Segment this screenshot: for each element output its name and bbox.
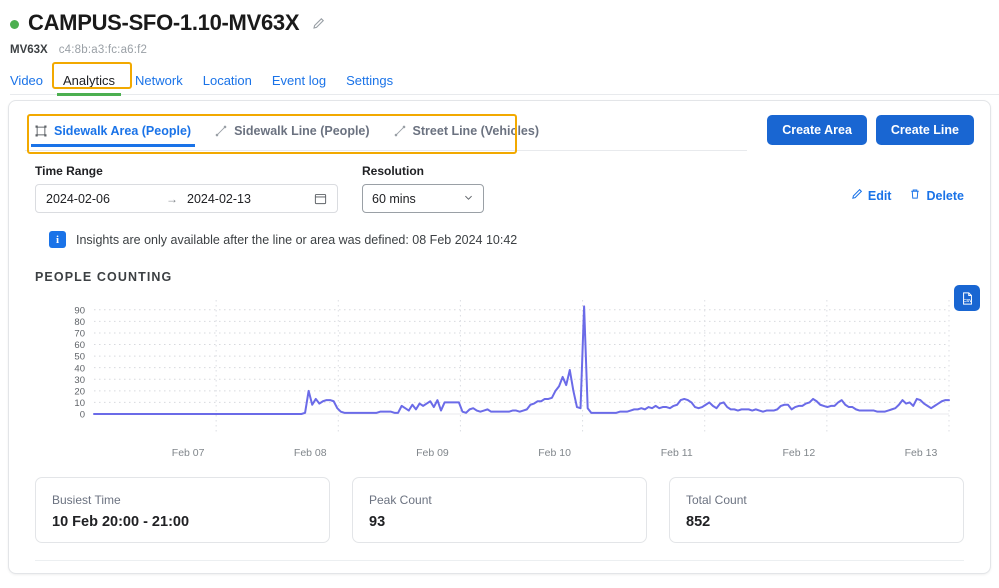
stat-label: Peak Count — [369, 493, 432, 507]
y-axis-tick-label: 60 — [74, 340, 85, 351]
y-axis-tick-label: 0 — [80, 410, 85, 421]
section-title: PEOPLE COUNTING — [35, 270, 173, 284]
edit-button[interactable]: Edit — [851, 188, 892, 203]
tab-video-label: Video — [10, 72, 44, 88]
line-shape-icon — [215, 125, 227, 137]
analytic-tab-sidewalk-area[interactable]: Sidewalk Area (People) — [25, 123, 205, 147]
stat-card-peak-count: Peak Count 93 — [352, 477, 647, 543]
resolution-label: Resolution — [362, 164, 424, 178]
y-axis-tick-label: 70 — [74, 329, 85, 340]
csv-download-icon[interactable]: CSV — [954, 285, 980, 311]
start-date-value[interactable]: 2024-02-06 — [46, 192, 166, 206]
filters-row: Time Range 2024-02-06 → 2024-02-13 Resol… — [9, 151, 990, 213]
chart-line-series — [93, 305, 950, 415]
calendar-icon[interactable] — [314, 192, 327, 205]
x-axis-tick-label: Feb 11 — [661, 447, 693, 459]
info-banner-text: Insights are only available after the li… — [76, 232, 518, 247]
device-mac-address: c4:8b:a3:fc:a6:f2 — [58, 44, 148, 56]
analytics-page: CAMPUS-SFO-1.10-MV63X MV63X c4:8b:a3:fc:… — [0, 0, 999, 588]
delete-button-label: Delete — [926, 188, 964, 203]
x-axis-tick-label: Feb 08 — [294, 447, 327, 459]
x-axis-tick-label: Feb 07 — [172, 447, 205, 459]
edit-button-label: Edit — [867, 188, 892, 203]
x-axis-tick-label: Feb 12 — [783, 447, 816, 459]
tab-network-label: Network — [135, 72, 183, 88]
trash-icon — [909, 188, 921, 203]
tab-analytics-label: Analytics — [63, 72, 116, 88]
line-shape-icon — [394, 125, 406, 137]
analytic-tabs: Sidewalk Area (People) Sidewalk Line (Pe… — [25, 119, 748, 151]
y-axis-tick-label: 30 — [74, 375, 85, 386]
tab-event-log[interactable]: Event log — [262, 70, 336, 91]
info-icon: i — [49, 231, 66, 248]
tab-settings[interactable]: Settings — [336, 70, 403, 91]
time-range-label: Time Range — [35, 164, 103, 178]
info-banner: i Insights are only available after the … — [9, 213, 990, 248]
analytic-tabs-row: Sidewalk Area (People) Sidewalk Line (Pe… — [9, 101, 990, 154]
resolution-group: Resolution 60 mins — [362, 164, 484, 213]
tab-network[interactable]: Network — [125, 70, 193, 91]
y-axis-tick-label: 20 — [74, 386, 85, 397]
page-header: CAMPUS-SFO-1.10-MV63X MV63X c4:8b:a3:fc:… — [0, 0, 999, 96]
chart-canvas: 0102030405060708090 Feb 07 Feb 08 Feb 09 Feb… — [74, 300, 950, 459]
create-line-button[interactable]: Create Line — [875, 115, 974, 145]
chevron-down-icon — [463, 192, 474, 206]
title-row: CAMPUS-SFO-1.10-MV63X — [10, 8, 999, 38]
y-axis-tick-label: 80 — [74, 317, 85, 328]
pencil-icon[interactable] — [312, 17, 325, 30]
row-actions: Edit Delete — [851, 164, 972, 203]
stat-value: 93 — [369, 514, 386, 530]
tab-settings-label: Settings — [346, 72, 394, 88]
x-axis-tick-label: Feb 10 — [538, 447, 571, 459]
create-area-button[interactable]: Create Area — [767, 115, 867, 145]
analytic-tab-sidewalk-area-label: Sidewalk Area (People) — [54, 123, 192, 138]
stat-card-busiest-time: Busiest Time 10 Feb 20:00 - 21:00 — [35, 477, 330, 543]
primary-nav-tabs: Video Analytics Network Location Event l… — [10, 62, 999, 96]
y-axis-tick-label: 40 — [74, 363, 85, 374]
tab-event-log-label: Event log — [271, 72, 327, 88]
create-buttons: Create Area Create Line — [747, 115, 974, 145]
svg-text:CSV: CSV — [962, 298, 971, 303]
analytics-card: Sidewalk Area (People) Sidewalk Line (Pe… — [8, 100, 991, 574]
summary-stats: Busiest Time 10 Feb 20:00 - 21:00 Peak C… — [9, 469, 990, 543]
stat-card-total-count: Total Count 852 — [669, 477, 964, 543]
tab-location[interactable]: Location — [193, 70, 262, 91]
x-axis-tick-label: Feb 13 — [905, 447, 938, 459]
pencil-icon — [851, 188, 863, 203]
analytic-tab-street-line[interactable]: Street Line (Vehicles) — [384, 124, 553, 146]
y-axis-tick-label: 10 — [74, 398, 85, 409]
range-arrow: → — [166, 191, 178, 206]
device-subtitle: MV63X c4:8b:a3:fc:a6:f2 — [10, 44, 999, 56]
resolution-select[interactable]: 60 mins — [362, 184, 484, 213]
x-axis-tick-label: Feb 09 — [416, 447, 449, 459]
stat-label: Busiest Time — [52, 493, 121, 507]
area-shape-icon — [35, 125, 47, 137]
end-date-value[interactable]: 2024-02-13 — [187, 192, 314, 206]
status-online-dot — [10, 19, 19, 29]
y-axis-tick-label: 50 — [74, 352, 85, 363]
tab-analytics[interactable]: Analytics — [53, 70, 125, 96]
delete-button[interactable]: Delete — [909, 188, 964, 203]
analytic-tab-street-line-label: Street Line (Vehicles) — [412, 123, 539, 138]
y-axis-tick-label: 90 — [74, 305, 85, 316]
active-tab-underline — [57, 92, 122, 96]
device-model: MV63X — [10, 44, 48, 56]
time-range-group: Time Range 2024-02-06 → 2024-02-13 — [35, 164, 338, 213]
stat-value: 852 — [686, 514, 711, 530]
page-title: CAMPUS-SFO-1.10-MV63X — [28, 10, 300, 35]
people-counting-chart: CSV 0 10 20 30 40 50 60 70 80 90 Feb 07 Feb 08 Feb 0… — [9, 285, 990, 469]
date-range-input[interactable]: 2024-02-06 → 2024-02-13 — [35, 184, 338, 213]
analytic-tab-sidewalk-line-label: Sidewalk Line (People) — [234, 123, 370, 138]
stat-value: 10 Feb 20:00 - 21:00 — [52, 514, 190, 530]
analytic-tab-sidewalk-line[interactable]: Sidewalk Line (People) — [205, 124, 383, 146]
resolution-value: 60 mins — [372, 191, 416, 206]
tab-video[interactable]: Video — [10, 70, 53, 91]
stat-label: Total Count — [686, 493, 747, 507]
card-divider — [35, 560, 964, 561]
tab-location-label: Location — [202, 72, 252, 88]
